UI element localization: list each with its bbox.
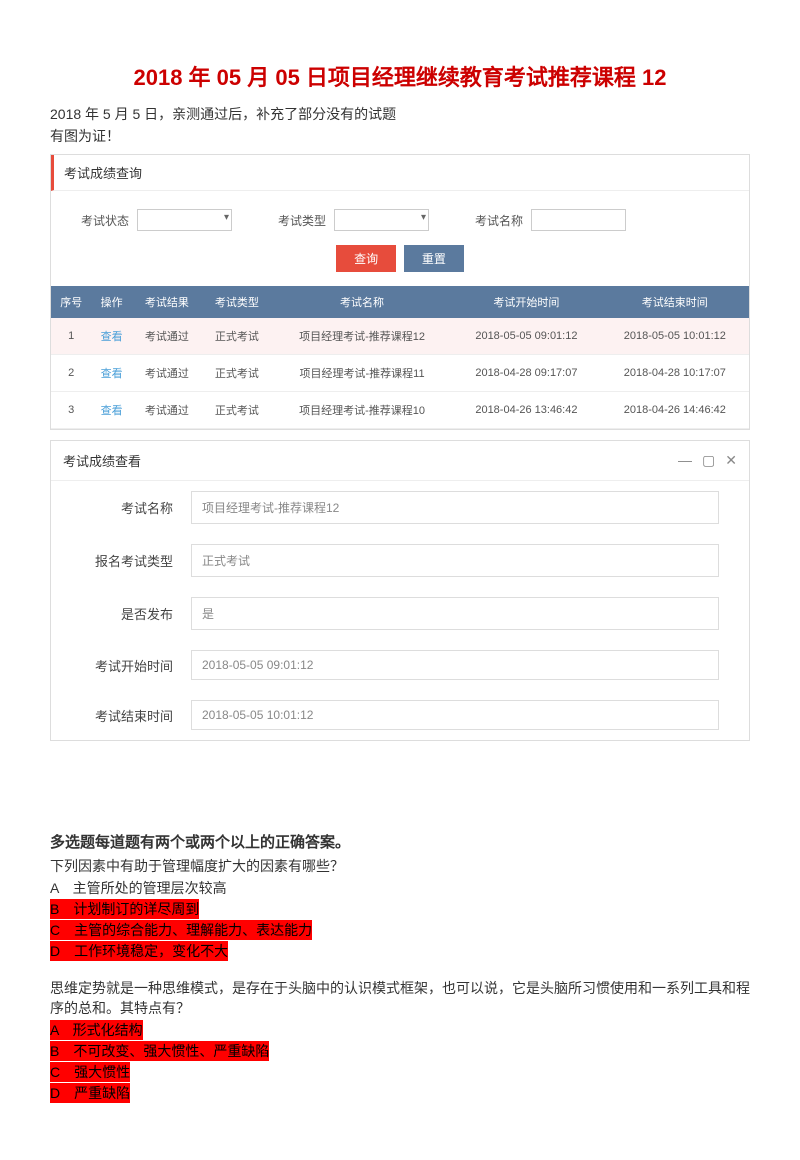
chevron-down-icon: ▾	[421, 212, 426, 223]
status-select[interactable]: ▾	[137, 209, 232, 231]
view-link[interactable]: 查看	[101, 331, 123, 343]
question-1: 下列因素中有助于管理幅度扩大的因素有哪些？ A 主管所处的管理层次较高B 计划制…	[50, 856, 750, 962]
detail-field-row: 考试结束时间2018-05-05 10:01:12	[51, 690, 749, 740]
q2-prompt: 思维定势就是一种思维模式，是存在于头脑中的认识模式框架，也可以说，它是头脑所习惯…	[50, 978, 750, 1018]
cell-name: 项目经理考试-推荐课程12	[272, 318, 452, 355]
cell-name: 项目经理考试-推荐课程10	[272, 392, 452, 429]
th-op: 操作	[91, 286, 131, 318]
detail-field-row: 是否发布是	[51, 587, 749, 640]
close-icon[interactable]: ✕	[725, 452, 737, 469]
detail-panel: 考试成绩查看 — ▢ ✕ 考试名称项目经理考试-推荐课程12报名考试类型正式考试…	[50, 440, 750, 741]
question-2: 思维定势就是一种思维模式，是存在于头脑中的认识模式框架，也可以说，它是头脑所习惯…	[50, 978, 750, 1104]
field-label: 是否发布	[81, 604, 191, 623]
type-select[interactable]: ▾	[334, 209, 429, 231]
search-panel: 考试成绩查询 考试状态 ▾ 考试类型 ▾ 考试名称 查询 重置 序号 操作 考试…	[50, 154, 750, 430]
name-input[interactable]	[531, 209, 626, 231]
field-label: 报名考试类型	[81, 551, 191, 570]
search-button[interactable]: 查询	[336, 245, 396, 272]
cell-start: 2018-04-28 09:17:07	[452, 355, 600, 392]
evidence-text: 有图为证！	[50, 126, 750, 146]
field-value: 2018-05-05 09:01:12	[191, 650, 719, 680]
q1-prompt: 下列因素中有助于管理幅度扩大的因素有哪些？	[50, 856, 750, 876]
button-row: 查询 重置	[51, 241, 749, 286]
table-row: 2 查看考试通过正式考试项目经理考试-推荐课程112018-04-28 09:17…	[51, 355, 749, 392]
cell-type: 正式考试	[202, 318, 272, 355]
answer-option: A 主管所处的管理层次较高	[50, 878, 227, 898]
field-label: 考试结束时间	[81, 706, 191, 725]
status-label: 考试状态	[81, 212, 129, 229]
answer-option: D 严重缺陷	[50, 1083, 130, 1103]
cell-result: 考试通过	[132, 355, 202, 392]
cell-num: 3	[51, 392, 91, 429]
cell-start: 2018-05-05 09:01:12	[452, 318, 600, 355]
th-end: 考试结束时间	[601, 286, 749, 318]
detail-field-row: 报名考试类型正式考试	[51, 534, 749, 587]
multi-choice-heading: 多选题每道题有两个或两个以上的正确答案。	[50, 831, 750, 852]
cell-result: 考试通过	[132, 392, 202, 429]
answer-option: A 形式化结构	[50, 1020, 143, 1040]
table-row: 1 查看考试通过正式考试项目经理考试-推荐课程122018-05-05 09:01…	[51, 318, 749, 355]
field-label: 考试开始时间	[81, 656, 191, 675]
cell-end: 2018-04-28 10:17:07	[601, 355, 749, 392]
th-result: 考试结果	[132, 286, 202, 318]
cell-start: 2018-04-26 13:46:42	[452, 392, 600, 429]
answer-option: D 工作环境稳定，变化不大	[50, 941, 228, 961]
detail-title: 考试成绩查看	[63, 451, 141, 470]
detail-field-row: 考试名称项目经理考试-推荐课程12	[51, 481, 749, 534]
answer-option: B 不可改变、强大惯性、严重缺陷	[50, 1041, 269, 1061]
type-label: 考试类型	[278, 212, 326, 229]
cell-name: 项目经理考试-推荐课程11	[272, 355, 452, 392]
search-filters-row: 考试状态 ▾ 考试类型 ▾ 考试名称	[51, 191, 749, 241]
view-link[interactable]: 查看	[101, 368, 123, 380]
field-label: 考试名称	[81, 498, 191, 517]
search-panel-header: 考试成绩查询	[51, 155, 749, 191]
results-table: 序号 操作 考试结果 考试类型 考试名称 考试开始时间 考试结束时间 1查看考试…	[51, 286, 749, 429]
name-label: 考试名称	[475, 212, 523, 229]
cell-type: 正式考试	[202, 392, 272, 429]
maximize-icon[interactable]: ▢	[702, 452, 715, 469]
cell-result: 考试通过	[132, 318, 202, 355]
field-value: 项目经理考试-推荐课程12	[191, 491, 719, 524]
th-start: 考试开始时间	[452, 286, 600, 318]
subtitle-text: 2018 年 5 月 5 日，亲测通过后，补充了部分没有的试题	[50, 104, 750, 124]
view-link[interactable]: 查看	[101, 405, 123, 417]
table-row: 3 查看考试通过正式考试项目经理考试-推荐课程102018-04-26 13:46…	[51, 392, 749, 429]
detail-header: 考试成绩查看 — ▢ ✕	[51, 441, 749, 481]
cell-num: 2	[51, 355, 91, 392]
chevron-down-icon: ▾	[224, 212, 229, 223]
page-title: 2018 年 05 月 05 日项目经理继续教育考试推荐课程 12	[50, 60, 750, 92]
table-header-row: 序号 操作 考试结果 考试类型 考试名称 考试开始时间 考试结束时间	[51, 286, 749, 318]
reset-button[interactable]: 重置	[404, 245, 464, 272]
field-value: 正式考试	[191, 544, 719, 577]
th-name: 考试名称	[272, 286, 452, 318]
field-value: 2018-05-05 10:01:12	[191, 700, 719, 730]
window-controls: — ▢ ✕	[678, 452, 737, 469]
th-type: 考试类型	[202, 286, 272, 318]
answer-option: C 强大惯性	[50, 1062, 130, 1082]
minimize-icon[interactable]: —	[678, 452, 692, 469]
cell-type: 正式考试	[202, 355, 272, 392]
detail-field-row: 考试开始时间2018-05-05 09:01:12	[51, 640, 749, 690]
th-num: 序号	[51, 286, 91, 318]
answer-option: C 主管的综合能力、理解能力、表达能力	[50, 920, 312, 940]
cell-end: 2018-04-26 14:46:42	[601, 392, 749, 429]
cell-num: 1	[51, 318, 91, 355]
answer-option: B 计划制订的详尽周到	[50, 899, 199, 919]
cell-end: 2018-05-05 10:01:12	[601, 318, 749, 355]
field-value: 是	[191, 597, 719, 630]
